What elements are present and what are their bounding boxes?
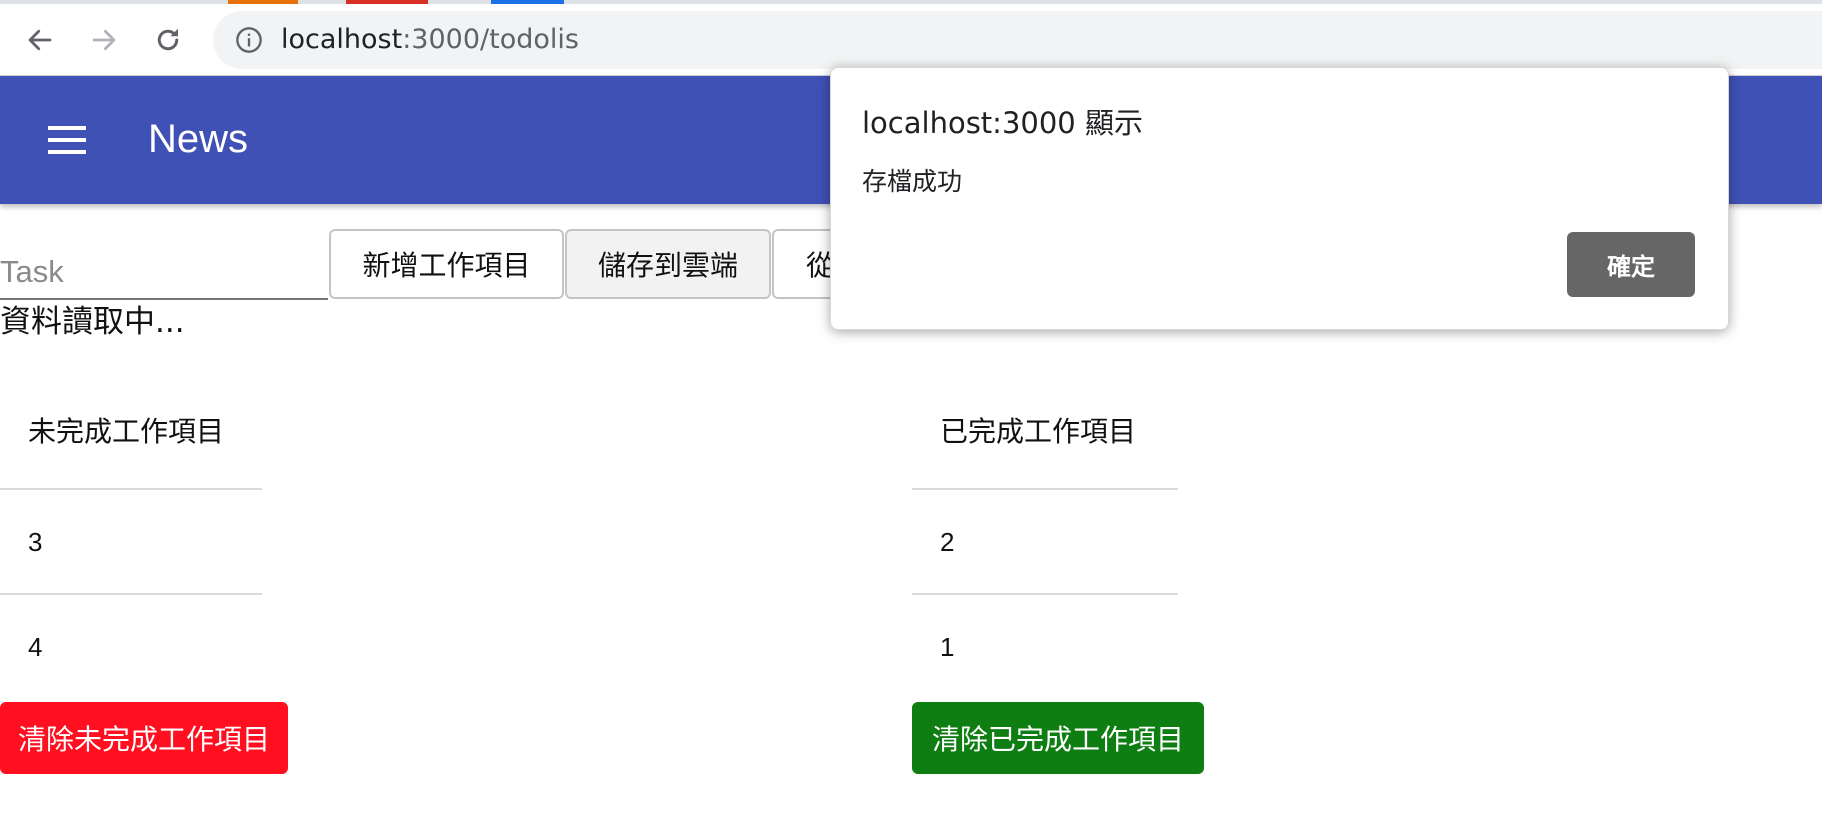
completed-list-header: 已完成工作項目 (940, 415, 1137, 448)
url-host: localhost (281, 24, 403, 55)
hamburger-menu-icon[interactable] (48, 126, 86, 154)
reload-button[interactable] (148, 20, 188, 60)
dialog-title: localhost:3000 顯示 (862, 106, 1143, 140)
list-item[interactable]: 2 (912, 488, 1178, 593)
alert-dialog: localhost:3000 顯示 存檔成功 確定 (830, 67, 1729, 330)
add-task-button[interactable]: 新增工作項目 (329, 229, 564, 299)
loading-text: 資料讀取中... (0, 304, 185, 340)
clear-incomplete-button[interactable]: 清除未完成工作項目 (0, 702, 288, 774)
list-item[interactable]: 1 (912, 593, 1178, 698)
completed-list: 已完成工作項目 2 1 (912, 396, 1178, 698)
back-button[interactable] (20, 20, 60, 60)
dialog-ok-button[interactable]: 確定 (1567, 232, 1695, 297)
reload-icon (157, 28, 179, 51)
incomplete-list-header: 未完成工作項目 (28, 415, 225, 448)
incomplete-list: 未完成工作項目 3 4 (0, 396, 262, 698)
address-bar[interactable]: localhost:3000/todolis (213, 11, 1822, 69)
url-text[interactable]: localhost:3000/todolis (281, 24, 579, 56)
save-to-cloud-button[interactable]: 儲存到雲端 (565, 229, 771, 299)
task-input[interactable] (0, 246, 328, 300)
forward-button[interactable] (84, 20, 124, 60)
browser-toolbar: localhost:3000/todolis (0, 4, 1822, 76)
app-title: News (148, 117, 249, 161)
list-item[interactable]: 3 (0, 488, 262, 593)
info-icon[interactable] (235, 26, 263, 54)
clear-completed-button[interactable]: 清除已完成工作項目 (912, 702, 1204, 774)
arrow-left-icon (28, 29, 52, 51)
url-path: :3000/todolis (402, 24, 579, 55)
arrow-right-icon (92, 29, 116, 51)
dialog-message: 存檔成功 (862, 167, 963, 196)
list-item[interactable]: 4 (0, 593, 262, 698)
